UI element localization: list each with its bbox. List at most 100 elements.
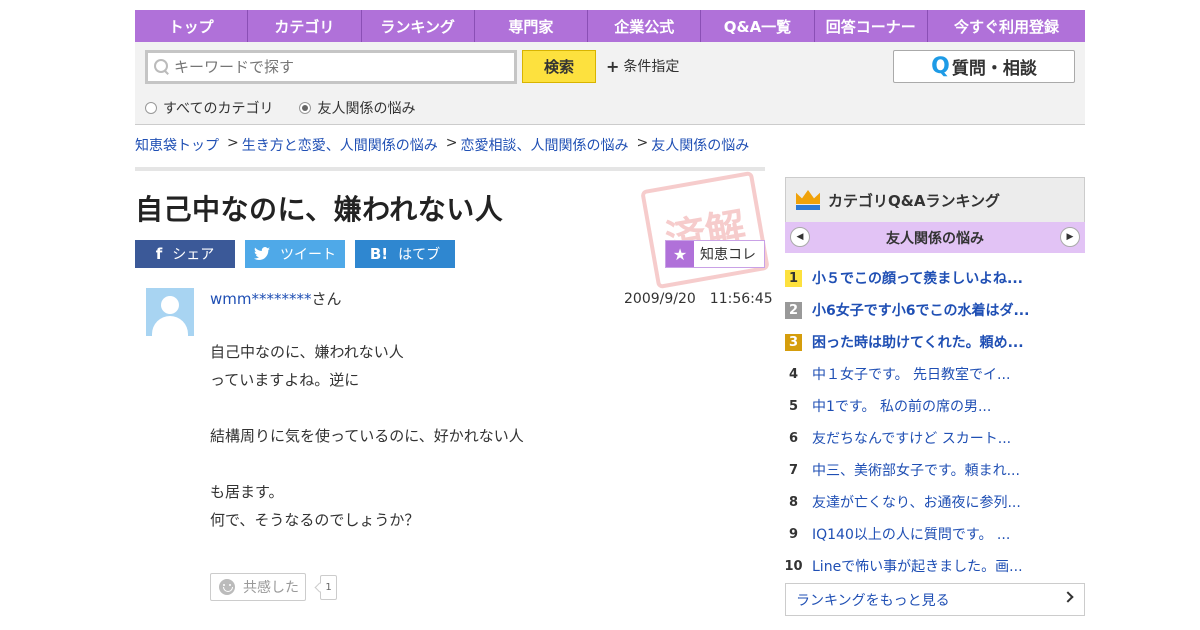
global-nav: トップ カテゴリ ランキング 専門家 企業公式 Q&A一覧 回答コーナー 今すぐ… bbox=[135, 10, 1085, 42]
ranking-header: カテゴリQ&Aランキング bbox=[785, 177, 1085, 222]
scope-all-label: すべてのカテゴリ bbox=[163, 101, 274, 117]
ask-question-button[interactable]: Q 質問・相談 bbox=[893, 50, 1075, 83]
rank-number: 10 bbox=[784, 558, 803, 574]
search-input[interactable] bbox=[174, 58, 494, 76]
rank-number: 4 bbox=[788, 366, 799, 382]
question-line: 自己中なのに、嫌われない人 bbox=[210, 343, 404, 361]
list-item: 8 友達が亡くなり、お通夜に参列... bbox=[785, 486, 1085, 518]
nav-top[interactable]: トップ bbox=[135, 10, 249, 42]
ranking-link[interactable]: 友だちなんですけど スカート... bbox=[812, 428, 1011, 448]
question-line bbox=[210, 394, 524, 422]
nav-qa-list[interactable]: Q&A一覧 bbox=[701, 10, 815, 42]
hatena-share-button[interactable]: B! はてブ bbox=[355, 240, 455, 268]
chevron-right-icon bbox=[1062, 591, 1074, 603]
list-item: 6 友だちなんですけど スカート... bbox=[785, 422, 1085, 454]
more-ranking-button[interactable]: ランキングをもっと見る bbox=[785, 583, 1085, 616]
list-item: 2 小6女子です小6でこの水着はダ... bbox=[785, 294, 1085, 326]
author-link[interactable]: wmm******** bbox=[210, 290, 312, 308]
breadcrumb-love-consult[interactable]: 恋愛相談、人間関係の悩み bbox=[460, 135, 628, 155]
nav-category[interactable]: カテゴリ bbox=[248, 10, 362, 42]
chie-collection-button[interactable]: ★ 知恵コレ bbox=[665, 240, 765, 268]
rank-number: 8 bbox=[788, 494, 799, 510]
facebook-share-button[interactable]: f シェア bbox=[135, 240, 235, 268]
rank-number: 5 bbox=[788, 398, 799, 414]
avatar-head-icon bbox=[161, 296, 179, 314]
ranking-link[interactable]: IQ140以上の人に質問です。 ... bbox=[812, 524, 1010, 544]
conditions-label: 条件指定 bbox=[623, 59, 680, 75]
next-category-arrow-icon[interactable]: ▶ bbox=[1060, 227, 1080, 247]
question-title: 自己中なのに、嫌われない人 bbox=[135, 193, 504, 226]
scope-all-radio[interactable]: すべてのカテゴリ bbox=[145, 98, 273, 118]
empathy-button[interactable]: 共感した bbox=[210, 573, 306, 601]
rank-number: 1 bbox=[785, 269, 802, 287]
breadcrumb-life-love[interactable]: 生き方と恋愛、人間関係の悩み bbox=[242, 135, 438, 155]
breadcrumb: 知恵袋トップ > 生き方と恋愛、人間関係の悩み > 恋愛相談、人間関係の悩み >… bbox=[135, 135, 749, 155]
list-item: 3 困った時は助けてくれた。頼め... bbox=[785, 326, 1085, 358]
facebook-icon: f bbox=[155, 245, 163, 263]
nav-experts[interactable]: 専門家 bbox=[475, 10, 589, 42]
nav-ranking[interactable]: ランキング bbox=[362, 10, 475, 42]
twitter-share-label: ツイート bbox=[280, 247, 336, 263]
search-box bbox=[145, 50, 517, 84]
ranking-link[interactable]: 中1です。 私の前の席の男... bbox=[812, 396, 991, 416]
smiley-icon bbox=[219, 579, 235, 595]
nav-answer-corner[interactable]: 回答コーナー bbox=[815, 10, 928, 42]
ranking-link[interactable]: Lineで怖い事が起きました。画... bbox=[812, 556, 1023, 576]
ranking-link[interactable]: 中１女子です。 先日教室でイ... bbox=[812, 364, 1010, 384]
nav-register[interactable]: 今すぐ利用登録 bbox=[928, 10, 1085, 42]
rank-number: 2 bbox=[785, 301, 802, 319]
question-q-icon: Q bbox=[931, 54, 950, 79]
author-suffix: さん bbox=[311, 290, 342, 308]
ask-question-label: 質問・相談 bbox=[951, 59, 1037, 79]
question-author: wmm********さん bbox=[210, 288, 342, 309]
empathy-label: 共感した bbox=[243, 580, 299, 596]
ranking-link[interactable]: 困った時は助けてくれた。頼め... bbox=[812, 332, 1024, 352]
question-date: 2009/9/20 11:56:45 bbox=[624, 291, 773, 307]
ranking-link[interactable]: 友達が亡くなり、お通夜に参列... bbox=[812, 492, 1021, 512]
ranking-category-bar: ◀ 友人関係の悩み ▶ bbox=[785, 222, 1085, 253]
question-line: っていますよね。逆に bbox=[210, 371, 360, 389]
question-line: 何で、そうなるのでしょうか？ bbox=[210, 511, 420, 529]
resolved-stamp: 済解 bbox=[640, 170, 770, 290]
question-line: も居ます。 bbox=[210, 483, 284, 501]
list-item: 10 Lineで怖い事が起きました。画... bbox=[784, 550, 1085, 582]
twitter-bird-icon bbox=[254, 247, 270, 260]
breadcrumb-separator: > bbox=[636, 135, 649, 151]
search-button[interactable]: 検索 bbox=[522, 50, 596, 83]
chie-collection-label: 知恵コレ bbox=[700, 247, 756, 263]
scope-current-label: 友人関係の悩み bbox=[317, 101, 416, 117]
ranking-title: カテゴリQ&Aランキング bbox=[828, 191, 1000, 210]
search-icon bbox=[154, 59, 170, 75]
empathy-count: 1 bbox=[320, 575, 337, 600]
twitter-share-button[interactable]: ツイート bbox=[245, 240, 345, 268]
conditions-link[interactable]: + 条件指定 bbox=[606, 56, 679, 76]
list-item: 1 小５でこの顔って羨ましいよね... bbox=[785, 262, 1085, 294]
hatena-bookmark-icon: B! bbox=[369, 245, 389, 263]
list-item: 5 中1です。 私の前の席の男... bbox=[785, 390, 1085, 422]
nav-official[interactable]: 企業公式 bbox=[588, 10, 702, 42]
prev-category-arrow-icon[interactable]: ◀ bbox=[790, 227, 810, 247]
ranking-list: 1 小５でこの顔って羨ましいよね... 2 小6女子です小6でこの水着はダ... 3… bbox=[784, 262, 1085, 582]
avatar-body-icon bbox=[152, 316, 188, 336]
hatena-share-label: はてブ bbox=[398, 247, 441, 263]
star-icon: ★ bbox=[666, 241, 694, 267]
main-divider bbox=[135, 167, 765, 171]
search-scope: すべてのカテゴリ 友人関係の悩み bbox=[145, 98, 441, 118]
breadcrumb-friendship[interactable]: 友人関係の悩み bbox=[651, 135, 749, 155]
radio-on-icon bbox=[299, 102, 312, 114]
rank-number: 3 bbox=[785, 333, 802, 351]
user-avatar[interactable] bbox=[146, 288, 194, 336]
rank-number: 7 bbox=[788, 462, 799, 478]
radio-off-icon bbox=[145, 102, 157, 114]
rank-number: 6 bbox=[788, 430, 799, 446]
ranking-link[interactable]: 中三、美術部女子です。頼まれ... bbox=[812, 460, 1020, 480]
plus-icon: + bbox=[606, 56, 620, 76]
question-body: 自己中なのに、嫌われない人 っていますよね。逆に 結構周りに気を使っているのに、… bbox=[210, 338, 524, 534]
search-area: 検索 + 条件指定 Q 質問・相談 すべてのカテゴリ 友人関係の悩み bbox=[135, 42, 1085, 125]
scope-current-radio[interactable]: 友人関係の悩み bbox=[299, 98, 415, 118]
breadcrumb-top[interactable]: 知恵袋トップ bbox=[135, 135, 219, 155]
crown-icon bbox=[796, 190, 820, 210]
ranking-link[interactable]: 小５でこの顔って羨ましいよね... bbox=[812, 268, 1023, 288]
ranking-link[interactable]: 小6女子です小6でこの水着はダ... bbox=[812, 300, 1029, 320]
more-ranking-label: ランキングをもっと見る bbox=[796, 592, 950, 609]
